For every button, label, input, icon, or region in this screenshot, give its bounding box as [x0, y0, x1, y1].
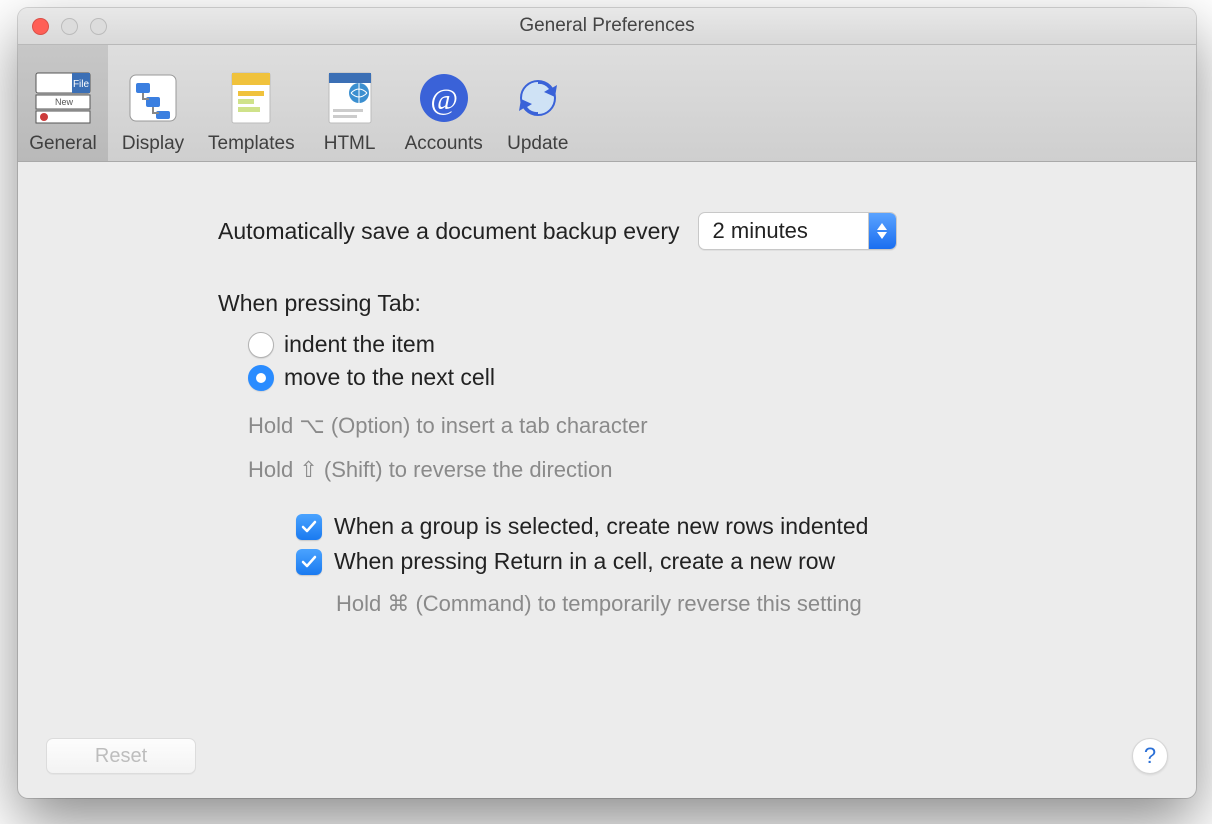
preferences-toolbar: File New General Dis — [18, 45, 1196, 162]
tab-label: Accounts — [405, 133, 483, 155]
hint-command-key: Hold ⌘ (Command) to temporarily reverse … — [336, 591, 1156, 617]
hint-shift-key: Hold ⇧ (Shift) to reverse the direction — [248, 457, 1156, 483]
tab-label: Update — [507, 133, 568, 155]
checkbox-label: When a group is selected, create new row… — [334, 513, 868, 540]
tab-templates[interactable]: Templates — [198, 45, 305, 161]
help-button[interactable]: ? — [1132, 738, 1168, 774]
radio-icon — [248, 332, 274, 358]
radio-move-next-cell[interactable]: move to the next cell — [248, 364, 1156, 391]
radio-label: move to the next cell — [284, 364, 495, 391]
general-pane: Automatically save a document backup eve… — [18, 162, 1196, 637]
hint-option-key: Hold ⌥ (Option) to insert a tab characte… — [248, 413, 1156, 439]
footer: Reset ? — [18, 714, 1196, 798]
general-icon: File New — [34, 69, 92, 127]
checkbox-group-indent[interactable]: When a group is selected, create new row… — [296, 513, 1156, 540]
backup-label: Automatically save a document backup eve… — [218, 218, 680, 245]
update-icon — [509, 69, 567, 127]
tab-label: HTML — [324, 133, 376, 155]
tab-behavior-heading: When pressing Tab: — [218, 290, 1156, 317]
reset-button-label: Reset — [95, 745, 147, 768]
checkbox-checked-icon — [296, 514, 322, 540]
tab-display[interactable]: Display — [108, 45, 198, 161]
reset-button[interactable]: Reset — [46, 738, 196, 774]
templates-icon — [222, 69, 280, 127]
accounts-icon: @ — [415, 69, 473, 127]
display-icon — [124, 69, 182, 127]
tab-label: Display — [122, 133, 184, 155]
titlebar: General Preferences — [18, 8, 1196, 45]
svg-text:New: New — [55, 97, 74, 107]
checkbox-checked-icon — [296, 549, 322, 575]
checkbox-return-newrow[interactable]: When pressing Return in a cell, create a… — [296, 548, 1156, 575]
checkbox-label: When pressing Return in a cell, create a… — [334, 548, 835, 575]
backup-interval-select[interactable]: 2 minutes — [698, 212, 897, 250]
radio-indent-item[interactable]: indent the item — [248, 331, 1156, 358]
tab-label: General — [29, 133, 97, 155]
tab-label: Templates — [208, 133, 295, 155]
svg-text:File: File — [73, 79, 90, 90]
tab-update[interactable]: Update — [493, 45, 583, 161]
radio-icon — [248, 365, 274, 391]
tab-html[interactable]: HTML — [305, 45, 395, 161]
html-icon — [321, 69, 379, 127]
window-title: General Preferences — [18, 15, 1196, 37]
preferences-window: General Preferences File New General — [18, 8, 1196, 798]
radio-label: indent the item — [284, 331, 435, 358]
tab-general[interactable]: File New General — [18, 45, 108, 161]
svg-text:@: @ — [430, 83, 458, 116]
tab-accounts[interactable]: @ Accounts — [395, 45, 493, 161]
backup-interval-value: 2 minutes — [699, 218, 868, 244]
help-icon: ? — [1144, 743, 1156, 769]
select-stepper-icon — [868, 213, 896, 249]
